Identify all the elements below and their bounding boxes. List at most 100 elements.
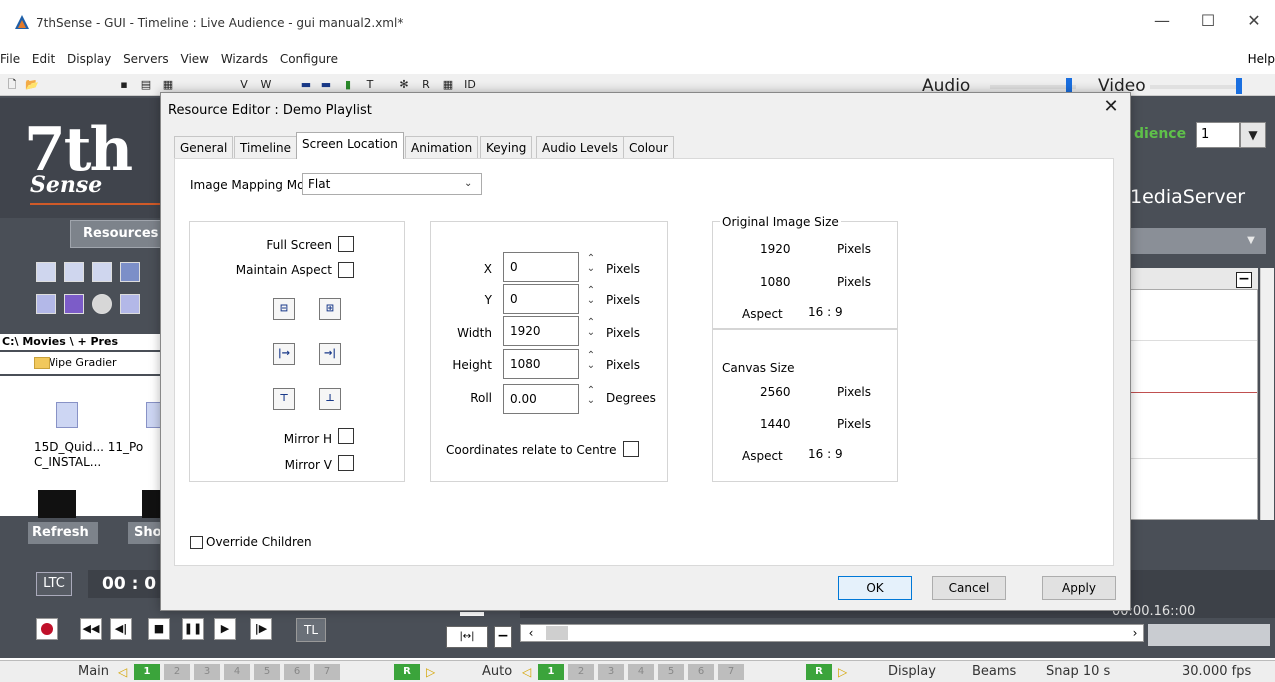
main-cell-r[interactable]: R xyxy=(394,664,420,680)
tab-animation[interactable]: Animation xyxy=(405,136,479,158)
vertical-scrollbar[interactable] xyxy=(1260,268,1274,520)
close-window-button[interactable]: ✕ xyxy=(1234,8,1274,34)
shape-icon[interactable] xyxy=(64,294,84,314)
maximize-button[interactable]: ☐ xyxy=(1188,8,1228,34)
bar-chart-icon[interactable]: ▮ xyxy=(340,78,356,92)
audio-icon[interactable] xyxy=(92,262,112,282)
height-input[interactable]: 1080 xyxy=(503,349,579,379)
step-forward-button[interactable]: |▶ xyxy=(250,618,272,640)
align-left-icon[interactable]: |→ xyxy=(273,343,295,365)
align-bottom-icon[interactable]: ⊥ xyxy=(319,388,341,410)
effect-icon[interactable] xyxy=(120,294,140,314)
zoom-out-button[interactable]: − xyxy=(494,626,512,648)
full-screen-checkbox[interactable] xyxy=(338,236,354,252)
tab-timeline[interactable]: Timeline xyxy=(234,136,298,158)
chevron-down-icon[interactable]: ▼ xyxy=(1240,122,1266,148)
menu-wizards[interactable]: Wizards xyxy=(217,48,272,70)
align-right-icon[interactable]: →| xyxy=(319,343,341,365)
mirror-v-checkbox[interactable] xyxy=(338,455,354,471)
contrast-icon[interactable] xyxy=(92,294,112,314)
main-cell[interactable]: 4 xyxy=(224,664,250,680)
auto-cell[interactable]: 5 xyxy=(658,664,684,680)
w-icon[interactable]: W xyxy=(258,78,274,92)
horizontal-scrollbar[interactable] xyxy=(520,624,1144,642)
align-top-icon[interactable]: ⊤ xyxy=(273,388,295,410)
next-arrow-icon[interactable]: ▷ xyxy=(838,662,847,682)
refresh-button[interactable]: Refresh xyxy=(28,522,98,544)
main-cell[interactable]: 7 xyxy=(314,664,340,680)
tab-keying[interactable]: Keying xyxy=(480,136,533,158)
height-spinner[interactable]: ⌃ ⌄ xyxy=(584,351,598,379)
tab-audio-levels[interactable]: Audio Levels xyxy=(536,136,624,158)
menu-display[interactable]: Display xyxy=(63,48,115,70)
pause-button[interactable]: ❚❚ xyxy=(182,618,204,640)
scroll-right-icon[interactable]: › xyxy=(1128,624,1142,642)
media-thumbnail[interactable] xyxy=(56,402,78,428)
auto-cell[interactable]: 2 xyxy=(568,664,594,680)
black-thumbnail[interactable] xyxy=(38,490,76,518)
auto-cell[interactable]: 7 xyxy=(718,664,744,680)
width-input[interactable]: 1920 xyxy=(503,316,579,346)
main-cell[interactable]: 5 xyxy=(254,664,280,680)
fit-timeline-button[interactable]: |↔| xyxy=(446,626,488,648)
v-icon[interactable]: V xyxy=(236,78,252,92)
menu-edit[interactable]: Edit xyxy=(28,48,59,70)
scrollbar-thumb[interactable] xyxy=(546,626,568,640)
tab-colour[interactable]: Colour xyxy=(623,136,674,158)
menu-configure[interactable]: Configure xyxy=(276,48,342,70)
menu-servers[interactable]: Servers xyxy=(119,48,173,70)
close-icon[interactable]: ✕ xyxy=(1100,96,1122,118)
prev-arrow-icon[interactable]: ◁ xyxy=(118,662,127,682)
prev-arrow-icon[interactable]: ◁ xyxy=(522,662,531,682)
video-slider-thumb[interactable] xyxy=(1236,78,1242,94)
tab-general[interactable]: General xyxy=(174,136,234,158)
menu-file[interactable]: File xyxy=(0,48,24,70)
video-slider-track[interactable] xyxy=(1150,85,1240,89)
snap-status[interactable]: Snap 10 s xyxy=(1046,662,1110,682)
y-spinner[interactable]: ⌃ ⌄ xyxy=(584,286,598,314)
cancel-button[interactable]: Cancel xyxy=(932,576,1006,600)
width-spinner[interactable]: ⌃ ⌄ xyxy=(584,318,598,346)
levels-icon[interactable]: ▬ xyxy=(298,78,314,92)
image-icon[interactable] xyxy=(120,262,140,282)
collapse-button[interactable]: − xyxy=(1236,272,1252,288)
next-arrow-icon[interactable]: ▷ xyxy=(426,662,435,682)
timeline-toggle-button[interactable]: TL xyxy=(296,618,326,642)
auto-cell-r[interactable]: R xyxy=(806,664,832,680)
show-button[interactable]: Sho xyxy=(128,522,162,544)
step-back-button[interactable]: ◀| xyxy=(110,618,132,640)
main-cell[interactable]: 6 xyxy=(284,664,310,680)
auto-cell[interactable]: 1 xyxy=(538,664,564,680)
scroll-left-icon[interactable]: ‹ xyxy=(524,624,538,642)
align-center-horizontal-icon[interactable]: ⊞ xyxy=(319,298,341,320)
align-center-vertical-icon[interactable]: ⊟ xyxy=(273,298,295,320)
display-status[interactable]: Display xyxy=(888,662,936,682)
black-thumbnail[interactable] xyxy=(142,490,162,518)
maintain-aspect-checkbox[interactable] xyxy=(338,262,354,278)
coords-centre-checkbox[interactable] xyxy=(623,441,639,457)
new-doc-icon[interactable]: 🗋 xyxy=(4,78,20,92)
save-icon[interactable]: ▪ xyxy=(116,78,132,92)
roll-spinner[interactable]: ⌃ ⌄ xyxy=(584,386,598,414)
link-icon[interactable] xyxy=(36,294,56,314)
beams-status[interactable]: Beams xyxy=(972,662,1016,682)
x-input[interactable]: 0 xyxy=(503,252,579,282)
camera-icon[interactable] xyxy=(64,262,84,282)
colour-icon[interactable]: ▬ xyxy=(318,78,334,92)
x-spinner[interactable]: ⌃ ⌄ xyxy=(584,254,598,282)
stop-button[interactable]: ■ xyxy=(148,618,170,640)
audio-slider-track[interactable] xyxy=(990,85,1076,89)
rewind-button[interactable]: ◀◀ xyxy=(80,618,102,640)
image-mapping-select[interactable]: Flat xyxy=(302,173,482,195)
apply-button[interactable]: Apply xyxy=(1042,576,1116,600)
id-icon[interactable]: ID xyxy=(462,78,478,92)
tab-screen-location[interactable]: Screen Location xyxy=(296,132,404,159)
snowflake-icon[interactable]: ✻ xyxy=(396,78,412,92)
menu-help[interactable]: Help xyxy=(1248,48,1275,70)
override-children-checkbox[interactable] xyxy=(190,536,203,549)
properties-icon[interactable]: ▤ xyxy=(138,78,154,92)
ok-button[interactable]: OK xyxy=(838,576,912,600)
auto-cell[interactable]: 6 xyxy=(688,664,714,680)
menu-view[interactable]: View xyxy=(177,48,213,70)
auto-cell[interactable]: 4 xyxy=(628,664,654,680)
